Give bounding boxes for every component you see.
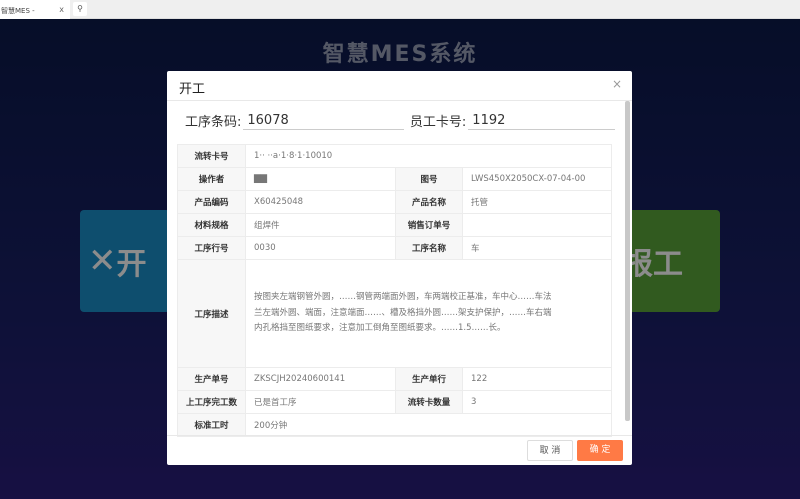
prev-done-value: 已是首工序	[245, 390, 396, 414]
prev-done-label: 上工序完工数	[177, 390, 246, 414]
flow-card-label: 流转卡号	[177, 144, 246, 168]
cancel-button[interactable]: 取 消	[527, 440, 573, 461]
drawing-value: LWS450X2050CX-07-04-00	[462, 167, 612, 191]
drawing-label: 图号	[395, 167, 463, 191]
browser-tabbar: 智慧MES - x ⚲	[0, 0, 800, 19]
product-name-label: 产品名称	[395, 190, 463, 214]
desc-value: 按图夹左端钢管外圆，……钢管两端面外圆，车两端校正基准，车中心……车法兰左端外圆…	[245, 259, 612, 368]
product-code-label: 产品编码	[177, 190, 246, 214]
flow-qty-label: 流转卡数量	[395, 390, 463, 414]
process-name-value: 车	[462, 236, 612, 260]
prod-order-value: ZKSCJH20240600141	[245, 367, 396, 391]
prod-line-value: 122	[462, 367, 612, 391]
flow-card-value: 1·· ··a·1·8·1·10010	[245, 144, 612, 168]
dialog-scrollbar[interactable]	[625, 101, 630, 421]
prod-line-label: 生产单行	[395, 367, 463, 391]
employee-card-label: 员工卡号:	[409, 115, 467, 130]
flow-qty-value: 3	[462, 390, 612, 414]
dialog-header: 开工 ×	[167, 71, 632, 101]
barcode-label: 工序条码:	[185, 115, 242, 130]
std-time-label: 标准工时	[177, 413, 246, 437]
material-label: 材料规格	[177, 213, 246, 237]
tab-close-icon[interactable]: x	[59, 5, 64, 14]
tab-title: 智慧MES -	[1, 7, 35, 15]
sales-order-value	[462, 213, 612, 237]
barcode-input[interactable]: 16078	[243, 113, 404, 130]
process-name-label: 工序名称	[395, 236, 463, 260]
product-name-value: 托管	[462, 190, 612, 214]
process-no-label: 工序行号	[177, 236, 246, 260]
dialog-title: 开工	[179, 82, 206, 97]
employee-card-input[interactable]: 1192	[468, 113, 615, 130]
sales-order-label: 销售订单号	[395, 213, 463, 237]
browser-tab[interactable]: 智慧MES - x	[0, 0, 70, 19]
std-time-value: 200分钟	[245, 413, 612, 437]
process-no-value: 0030	[245, 236, 396, 260]
product-code-value: X60425048	[245, 190, 396, 214]
confirm-button[interactable]: 确 定	[577, 440, 623, 461]
material-value: 组焊件	[245, 213, 396, 237]
dialog-footer: 取 消 确 定	[167, 435, 632, 465]
search-icon[interactable]: ⚲	[73, 2, 87, 16]
start-work-dialog: 开工 × 工序条码: 16078 员工卡号: 1192 流转卡号 1·· ··a·1·8…	[167, 71, 632, 465]
operator-value: ▇▇	[245, 167, 396, 191]
close-icon[interactable]: ×	[612, 77, 622, 91]
prod-order-label: 生产单号	[177, 367, 246, 391]
desc-label: 工序描述	[177, 259, 246, 368]
work-order-details: 流转卡号 1·· ··a·1·8·1·10010 操作者 ▇▇ 图号 LWS450X20…	[177, 144, 612, 437]
operator-label: 操作者	[177, 167, 246, 191]
desc-text: 按图夹左端钢管外圆，……钢管两端面外圆，车两端校正基准，车中心……车法兰左端外圆…	[254, 292, 552, 334]
